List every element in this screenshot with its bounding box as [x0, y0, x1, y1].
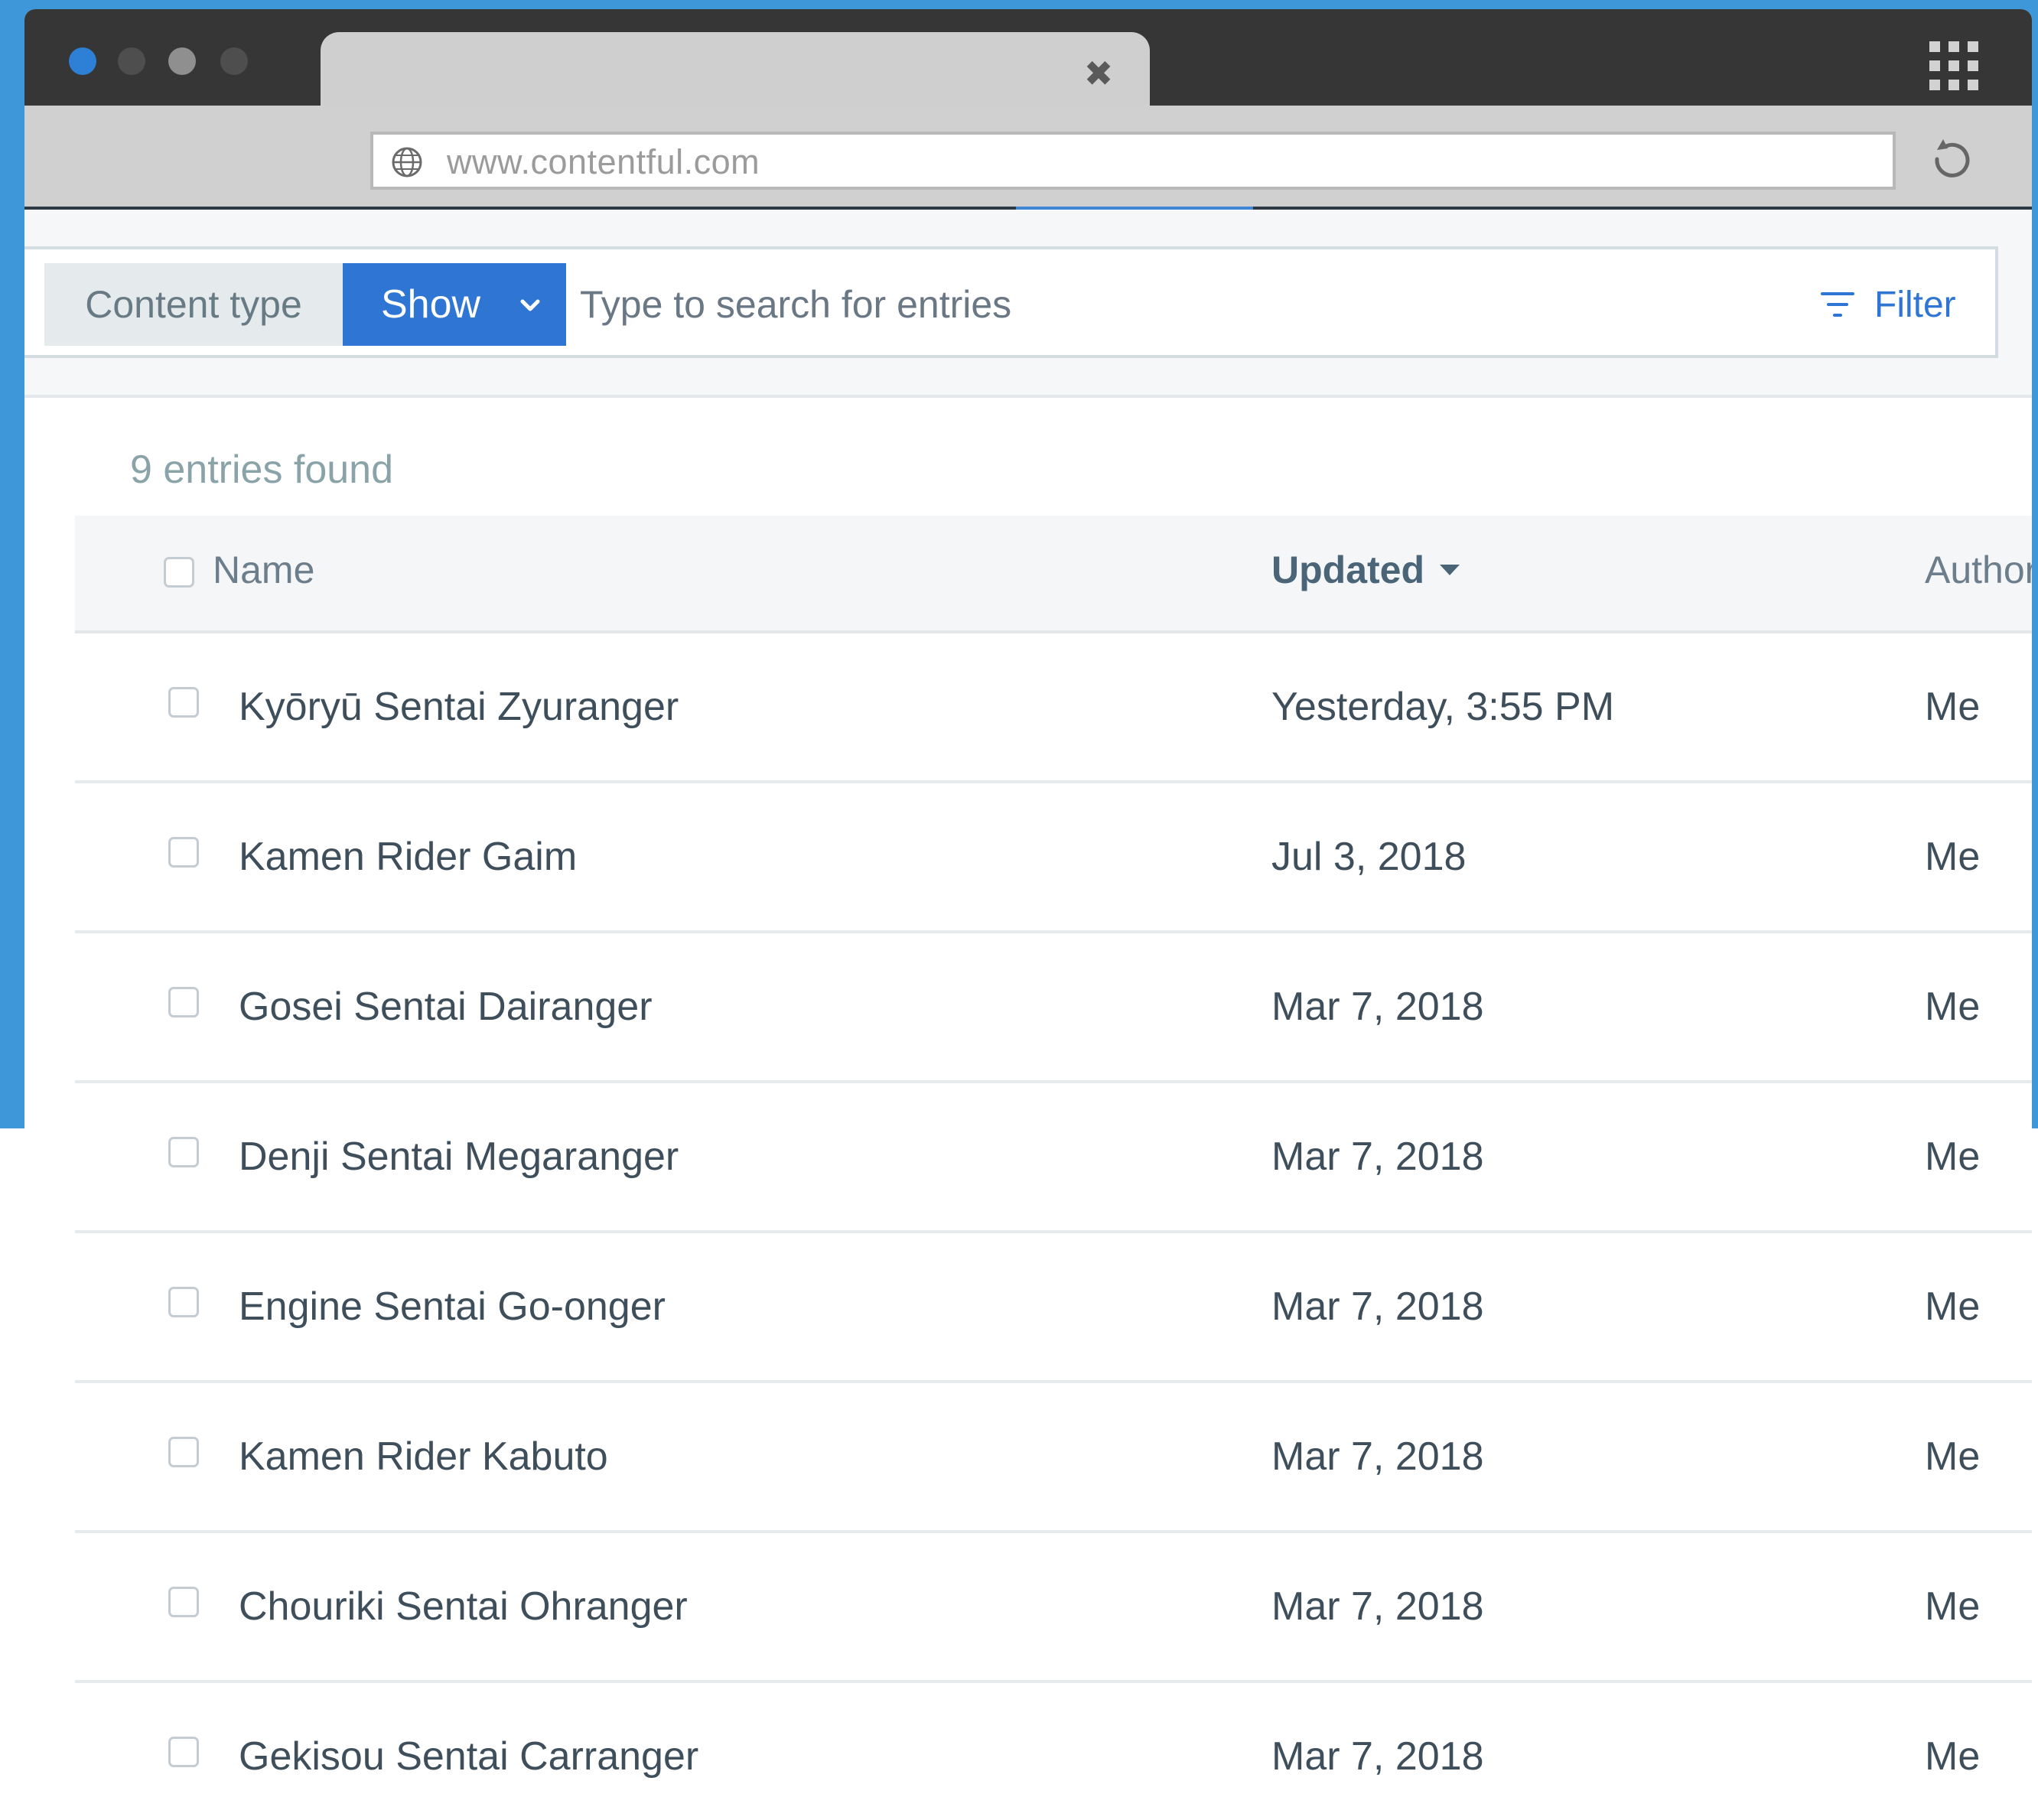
entry-name[interactable]: Engine Sentai Go-onger: [239, 1284, 666, 1330]
row-checkbox[interactable]: [168, 1587, 199, 1617]
title-bar: ✖: [24, 9, 2032, 115]
table-row[interactable]: Denji Sentai Megaranger Mar 7, 2018 Me: [75, 1083, 2032, 1233]
chevron-down-icon: [520, 299, 540, 311]
browser-tab[interactable]: [321, 32, 1150, 115]
entry-updated: Mar 7, 2018: [1271, 1584, 1484, 1629]
entry-author: Me: [1925, 1434, 1981, 1479]
entry-author: Me: [1925, 985, 1981, 1029]
address-bar[interactable]: www.contentful.com: [370, 132, 1896, 190]
search-bar: Content type Show Filter: [24, 246, 1998, 358]
entry-name[interactable]: Kamen Rider Gaim: [239, 834, 577, 880]
close-icon[interactable]: ✖: [1082, 56, 1115, 91]
entry-updated: Jul 3, 2018: [1271, 835, 1467, 879]
entry-updated: Mar 7, 2018: [1271, 985, 1484, 1029]
sort-desc-icon: [1440, 564, 1460, 575]
window-dot-extra: [220, 47, 248, 75]
window-dot-minimize[interactable]: [118, 47, 145, 75]
table-header: Name Updated Author: [75, 516, 2032, 633]
entry-author: Me: [1925, 685, 1981, 729]
entry-author: Me: [1925, 835, 1981, 879]
filter-icon: [1821, 292, 1854, 317]
table-body: Kyōryū Sentai Zyuranger Yesterday, 3:55 …: [75, 633, 2032, 1820]
row-checkbox[interactable]: [168, 687, 199, 718]
row-checkbox[interactable]: [168, 1287, 199, 1317]
filter-label: Filter: [1874, 285, 1956, 325]
entry-name[interactable]: Denji Sentai Megaranger: [239, 1134, 679, 1180]
window-dot-close[interactable]: [69, 47, 96, 75]
entry-name[interactable]: Kyōryū Sentai Zyuranger: [239, 684, 679, 730]
entry-updated: Mar 7, 2018: [1271, 1135, 1484, 1179]
content-type-label: Content type: [44, 263, 343, 346]
row-checkbox[interactable]: [168, 1137, 199, 1167]
search-area: Content type Show Filter: [24, 210, 2032, 398]
select-all-checkbox[interactable]: [164, 557, 194, 588]
entry-name[interactable]: Chouriki Sentai Ohranger: [239, 1584, 688, 1630]
entry-updated: Mar 7, 2018: [1271, 1434, 1484, 1479]
results-count: 9 entries found: [130, 448, 394, 492]
entry-name[interactable]: Gekisou Sentai Carranger: [239, 1734, 698, 1779]
entry-author: Me: [1925, 1135, 1981, 1179]
table-row[interactable]: Chouriki Sentai Ohranger Mar 7, 2018 Me: [75, 1533, 2032, 1683]
search-input[interactable]: [580, 268, 1651, 341]
browser-window: ✖ www.contentful.com Content type Show T…: [24, 9, 2032, 1820]
entry-name[interactable]: Kamen Rider Kabuto: [239, 1434, 608, 1480]
table-row[interactable]: Engine Sentai Go-onger Mar 7, 2018 Me: [75, 1233, 2032, 1383]
table-row[interactable]: Kyōryū Sentai Zyuranger Yesterday, 3:55 …: [75, 633, 2032, 783]
entry-updated: Mar 7, 2018: [1271, 1734, 1484, 1779]
entry-name[interactable]: Gosei Sentai Dairanger: [239, 984, 653, 1030]
entry-author: Me: [1925, 1284, 1981, 1329]
window-dot-maximize[interactable]: [168, 47, 196, 75]
row-checkbox[interactable]: [168, 1437, 199, 1467]
table-row[interactable]: Kamen Rider Kabuto Mar 7, 2018 Me: [75, 1383, 2032, 1533]
column-header-updated[interactable]: Updated: [1271, 548, 1460, 592]
table-row[interactable]: Gekisou Sentai Carranger Mar 7, 2018 Me: [75, 1683, 2032, 1820]
url-text: www.contentful.com: [447, 142, 760, 181]
grid-icon[interactable]: [1929, 41, 1978, 90]
row-checkbox[interactable]: [168, 837, 199, 868]
entry-author: Me: [1925, 1734, 1981, 1779]
browser-toolbar: www.contentful.com: [24, 106, 2032, 210]
column-header-name[interactable]: Name: [164, 548, 314, 592]
entry-updated: Mar 7, 2018: [1271, 1284, 1484, 1329]
row-checkbox[interactable]: [168, 1737, 199, 1767]
content-type-show-dropdown[interactable]: Show: [343, 263, 566, 346]
entry-author: Me: [1925, 1584, 1981, 1629]
entries-table: Name Updated Author Kyōryū Sentai Zyuran…: [75, 516, 2032, 1820]
reload-icon[interactable]: [1926, 136, 1975, 185]
show-label: Show: [381, 282, 481, 327]
column-header-author[interactable]: Author: [1925, 548, 2032, 592]
table-row[interactable]: Gosei Sentai Dairanger Mar 7, 2018 Me: [75, 933, 2032, 1083]
table-row[interactable]: Kamen Rider Gaim Jul 3, 2018 Me: [75, 783, 2032, 933]
entry-updated: Yesterday, 3:55 PM: [1271, 685, 1615, 729]
globe-icon: [392, 147, 422, 177]
row-checkbox[interactable]: [168, 987, 199, 1017]
